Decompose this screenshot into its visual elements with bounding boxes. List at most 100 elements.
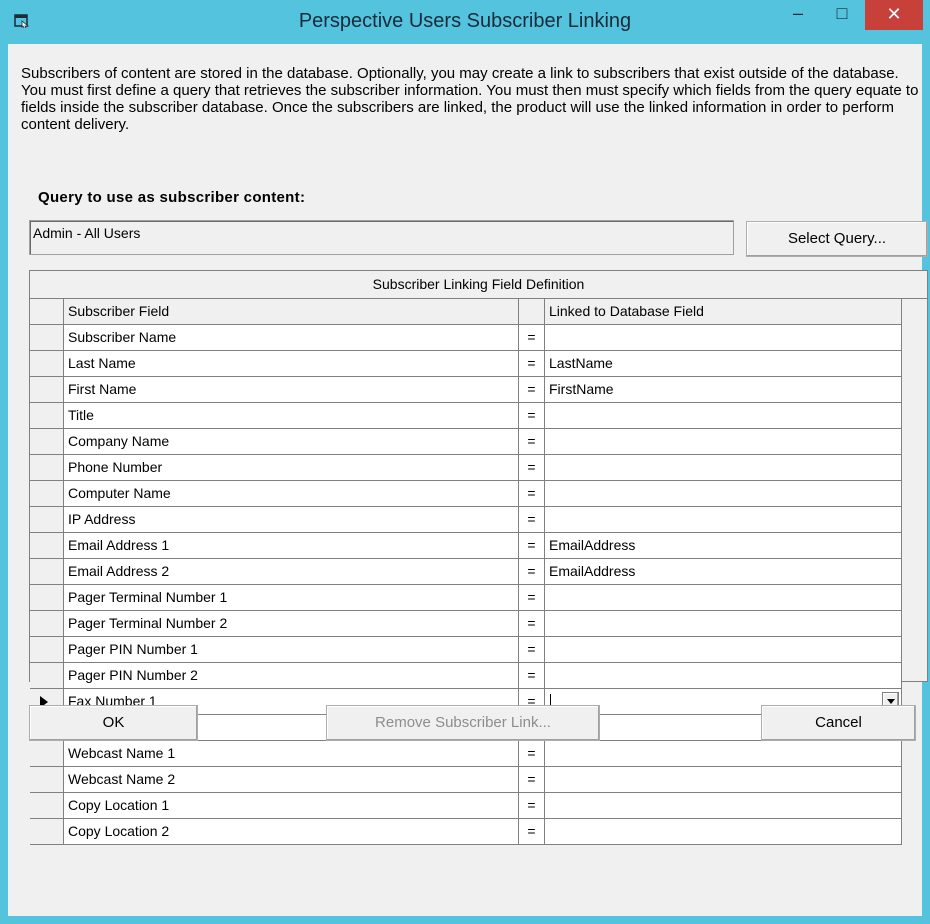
column-header-subscriber-field[interactable]: Subscriber Field (64, 299, 519, 325)
remove-subscriber-link-button[interactable]: Remove Subscriber Link... (326, 705, 600, 741)
linked-field-cell[interactable] (545, 585, 902, 611)
row-selector[interactable] (30, 767, 64, 793)
linked-field-cell[interactable]: LastName (545, 351, 902, 377)
subscriber-field-cell: Pager Terminal Number 1 (64, 585, 519, 611)
row-selector[interactable] (30, 819, 64, 845)
subscriber-field-cell: Copy Location 1 (64, 793, 519, 819)
grid-caption: Subscriber Linking Field Definition (30, 271, 927, 299)
column-header-equals (519, 299, 545, 325)
linked-field-cell[interactable]: EmailAddress (545, 533, 902, 559)
subscriber-field-cell: Pager PIN Number 1 (64, 637, 519, 663)
equals-cell: = (519, 637, 545, 663)
equals-cell: = (519, 377, 545, 403)
linked-field-cell[interactable] (545, 481, 902, 507)
table-row[interactable]: Pager PIN Number 1 = (30, 637, 902, 663)
close-button[interactable]: ✕ (865, 0, 923, 30)
subscriber-field-cell: IP Address (64, 507, 519, 533)
equals-cell: = (519, 455, 545, 481)
subscriber-field-cell: Email Address 1 (64, 533, 519, 559)
table-row[interactable]: Copy Location 2 = (30, 819, 902, 845)
table-row[interactable]: Phone Number = (30, 455, 902, 481)
row-selector[interactable] (30, 403, 64, 429)
table-row[interactable]: IP Address = (30, 507, 902, 533)
row-selector[interactable] (30, 611, 64, 637)
row-selector[interactable] (30, 377, 64, 403)
linked-field-cell[interactable] (545, 429, 902, 455)
subscriber-field-cell: Email Address 2 (64, 559, 519, 585)
table-row[interactable]: Last Name = LastName (30, 351, 902, 377)
subscriber-field-cell: Pager PIN Number 2 (64, 663, 519, 689)
maximize-button[interactable]: □ (822, 0, 862, 30)
equals-cell: = (519, 351, 545, 377)
linked-field-cell[interactable] (545, 793, 902, 819)
chevron-down-icon (887, 699, 895, 704)
cancel-button[interactable]: Cancel (761, 705, 916, 741)
row-selector[interactable] (30, 481, 64, 507)
ok-button[interactable]: OK (29, 705, 198, 741)
row-selector[interactable] (30, 455, 64, 481)
linked-field-value: LastName (549, 355, 613, 371)
table-row[interactable]: Pager Terminal Number 1 = (30, 585, 902, 611)
grid-header-row: Subscriber Field Linked to Database Fiel… (30, 299, 902, 325)
linked-field-cell[interactable] (545, 741, 902, 767)
row-selector[interactable] (30, 585, 64, 611)
equals-cell: = (519, 793, 545, 819)
linking-grid: Subscriber Linking Field Definition Subs… (29, 270, 928, 845)
row-selector[interactable] (30, 351, 64, 377)
linked-field-cell[interactable] (545, 455, 902, 481)
linked-field-cell[interactable] (545, 637, 902, 663)
row-selector[interactable] (30, 793, 64, 819)
table-row[interactable]: Computer Name = (30, 481, 902, 507)
row-selector[interactable] (30, 533, 64, 559)
linked-field-cell[interactable] (545, 403, 902, 429)
linked-field-cell[interactable]: EmailAddress (545, 559, 902, 585)
row-selector[interactable] (30, 663, 64, 689)
subscriber-field-cell: First Name (64, 377, 519, 403)
equals-cell: = (519, 741, 545, 767)
subscriber-field-cell: Phone Number (64, 455, 519, 481)
linked-field-cell[interactable] (545, 767, 902, 793)
subscriber-field-cell: Copy Location 2 (64, 819, 519, 845)
equals-cell: = (519, 611, 545, 637)
minimize-button[interactable]: – (778, 0, 818, 30)
subscriber-field-cell: Company Name (64, 429, 519, 455)
table-row[interactable]: Email Address 1 = EmailAddress (30, 533, 902, 559)
row-selector[interactable] (30, 325, 64, 351)
description-text: Subscribers of content are stored in the… (21, 65, 919, 133)
linked-field-cell[interactable] (545, 819, 902, 845)
subscriber-field-cell: Title (64, 403, 519, 429)
equals-cell: = (519, 663, 545, 689)
table-row[interactable]: Email Address 2 = EmailAddress (30, 559, 902, 585)
linked-field-cell[interactable] (545, 663, 902, 689)
column-header-linked-field[interactable]: Linked to Database Field (545, 299, 902, 325)
linked-field-value: EmailAddress (549, 563, 636, 579)
linked-field-value: EmailAddress (549, 537, 636, 553)
row-selector[interactable] (30, 507, 64, 533)
table-row[interactable]: Pager PIN Number 2 = (30, 663, 902, 689)
table-row[interactable]: Title = (30, 403, 902, 429)
linked-field-cell[interactable] (545, 325, 902, 351)
equals-cell: = (519, 533, 545, 559)
select-query-button[interactable]: Select Query... (746, 221, 928, 257)
table-row[interactable]: Copy Location 1 = (30, 793, 902, 819)
table-row[interactable]: Webcast Name 1 = (30, 741, 902, 767)
row-selector[interactable] (30, 741, 64, 767)
equals-cell: = (519, 481, 545, 507)
table-row[interactable]: Company Name = (30, 429, 902, 455)
row-selector[interactable] (30, 637, 64, 663)
subscriber-field-cell: Webcast Name 2 (64, 767, 519, 793)
table-row[interactable]: Pager Terminal Number 2 = (30, 611, 902, 637)
linked-field-cell[interactable] (545, 611, 902, 637)
row-selector[interactable] (30, 429, 64, 455)
table-row[interactable]: First Name = FirstName (30, 377, 902, 403)
row-selector[interactable] (30, 559, 64, 585)
linked-field-cell[interactable] (545, 507, 902, 533)
header-selector-cell (30, 299, 64, 325)
equals-cell: = (519, 507, 545, 533)
table-row[interactable]: Subscriber Name = (30, 325, 902, 351)
title-bar: Perspective Users Subscriber Linking – □… (0, 0, 930, 44)
query-field: Admin - All Users (29, 220, 734, 255)
query-label: Query to use as subscriber content: (38, 189, 306, 206)
table-row[interactable]: Webcast Name 2 = (30, 767, 902, 793)
linked-field-cell[interactable]: FirstName (545, 377, 902, 403)
